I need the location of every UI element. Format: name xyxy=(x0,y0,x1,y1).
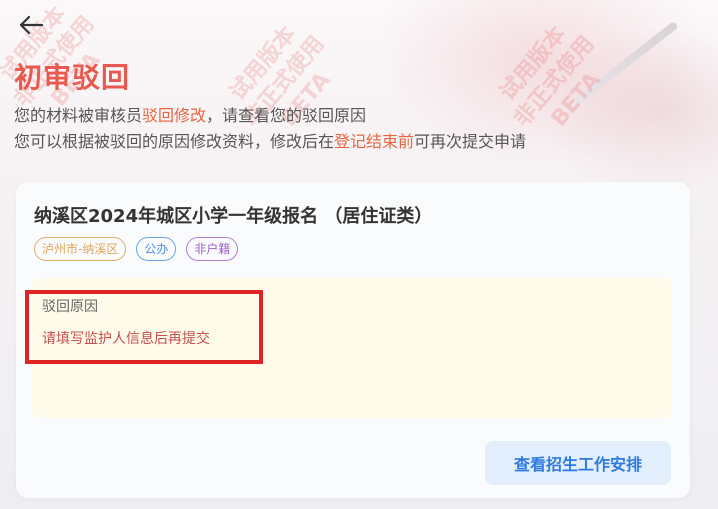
desc-highlight: 登记结束前 xyxy=(334,132,415,151)
resubmit-instruction: 您可以根据被驳回的原因修改资料，修改后在登记结束前可再次提交申请 xyxy=(14,128,526,152)
hero-background xyxy=(0,0,718,200)
application-title: 纳溪区2024年城区小学一年级报名 （居住证类） xyxy=(34,206,433,227)
back-button[interactable] xyxy=(14,10,48,40)
school-type-tag: 公办 xyxy=(136,237,177,261)
region-tag: 泸州市-纳溪区 xyxy=(34,237,127,261)
rejection-description: 您的材料被审核员驳回修改，请查看您的驳回原因 xyxy=(14,102,366,126)
desc-highlight: 驳回修改 xyxy=(142,106,207,125)
view-enrollment-schedule-button[interactable]: 查看招生工作安排 xyxy=(485,441,671,485)
annotation-highlight-box xyxy=(25,290,263,364)
hukou-tag: 非户籍 xyxy=(186,237,239,261)
desc-text: 您可以根据被驳回的原因修改资料，修改后在 xyxy=(14,132,335,151)
page-title: 初审驳回 xyxy=(14,61,131,94)
desc-text: 可再次提交申请 xyxy=(414,132,527,151)
desc-text: 您的材料被审核员 xyxy=(14,106,143,125)
tag-list: 泸州市-纳溪区 公办 非户籍 xyxy=(34,237,239,261)
arrow-left-icon xyxy=(19,15,44,35)
desc-text: ，请查看您的驳回原因 xyxy=(206,106,367,125)
